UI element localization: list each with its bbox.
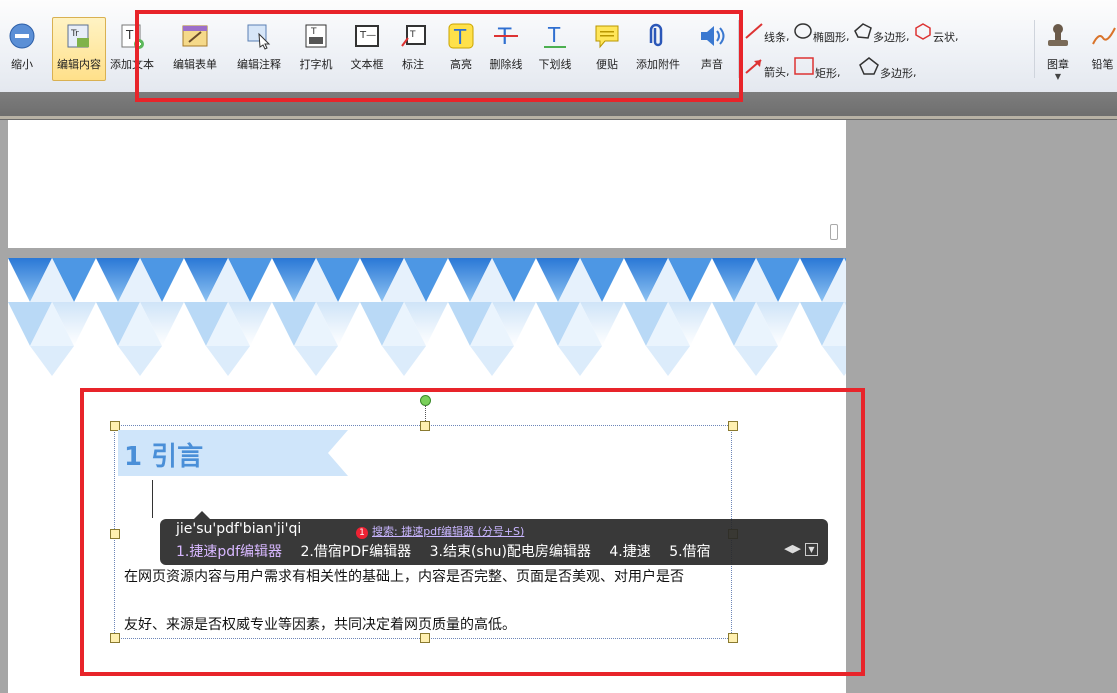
highlight-box-textbox xyxy=(80,388,865,676)
scroll-indicator xyxy=(830,224,838,240)
arrow-icon xyxy=(745,59,762,74)
zoom-out-label: 缩小 xyxy=(11,58,33,71)
edit-content-icon: Tr xyxy=(65,22,93,50)
rectangle-tool[interactable]: 矩形, xyxy=(793,56,841,81)
stamp-label: 图章 xyxy=(1047,58,1069,71)
cloud-label: 云状 xyxy=(933,31,955,44)
edit-content-label: 编辑内容 xyxy=(57,58,101,71)
shape-row-top: 线条, 椭圆形, 多边形, 云状, xyxy=(744,22,959,45)
line-icon xyxy=(745,23,763,39)
page-header-banner xyxy=(8,258,846,376)
shape-row-bottom: 箭头, 矩形, 多边形, xyxy=(744,56,917,81)
polygon2-label: 多边形 xyxy=(880,67,913,80)
polygon-label: 多边形 xyxy=(873,31,906,44)
svg-text:T: T xyxy=(125,28,134,42)
edit-content-button[interactable]: Tr 编辑内容 xyxy=(52,17,106,81)
cloud-icon xyxy=(915,23,931,40)
polygon2-tool[interactable]: 多边形, xyxy=(858,56,917,81)
line-tool[interactable]: 线条, xyxy=(744,22,790,45)
cloud-tool[interactable]: 云状, xyxy=(913,22,959,45)
arrow-label: 箭头 xyxy=(764,66,786,79)
ellipse-tool[interactable]: 椭圆形, xyxy=(793,22,850,45)
polygon-icon xyxy=(854,23,872,39)
pdf-page-previous xyxy=(8,120,846,248)
zoom-out-button[interactable]: 缩小 xyxy=(4,18,40,80)
polygon-tool[interactable]: 多边形, xyxy=(853,22,910,45)
stamp-icon xyxy=(1044,22,1072,50)
pentagon-icon xyxy=(859,57,879,75)
rectangle-icon xyxy=(794,57,814,75)
pencil-icon xyxy=(1089,22,1117,50)
svg-text:Tr: Tr xyxy=(70,29,79,39)
pencil-label: 铅笔 xyxy=(1091,58,1114,71)
pencil-button[interactable]: 铅笔 xyxy=(1088,18,1117,80)
line-label: 线条 xyxy=(764,31,786,44)
ellipse-icon xyxy=(794,23,812,39)
stamp-button[interactable]: 图章 ▼ xyxy=(1040,18,1076,81)
highlight-box-toolbar xyxy=(135,10,743,102)
arrow-tool[interactable]: 箭头, xyxy=(744,57,790,80)
rectangle-label: 矩形 xyxy=(815,67,837,80)
chevron-down-icon[interactable]: ▼ xyxy=(1040,72,1076,81)
zoom-out-icon xyxy=(8,22,36,50)
toolbar-separator xyxy=(1034,20,1035,78)
ellipse-label: 椭圆形 xyxy=(813,31,846,44)
